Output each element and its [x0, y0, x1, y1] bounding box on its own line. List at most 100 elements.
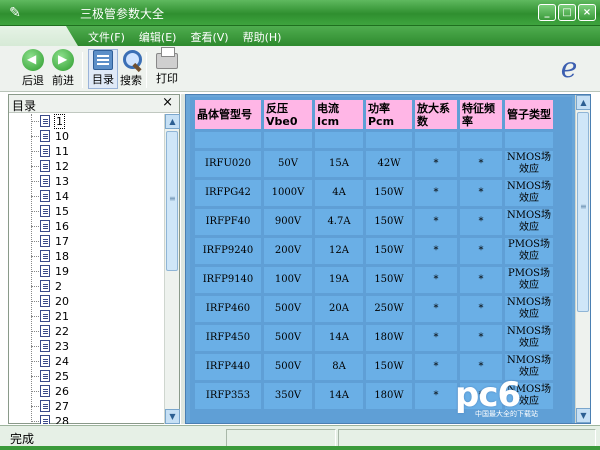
tree-item[interactable]: 16 — [9, 219, 165, 234]
tree-item[interactable]: 10 — [9, 129, 165, 144]
document-icon — [40, 205, 50, 217]
table-cell: * — [415, 383, 457, 409]
document-icon — [40, 325, 50, 337]
tree-item-label: 25 — [55, 370, 69, 383]
back-arrow-icon — [22, 49, 44, 71]
document-icon — [40, 415, 50, 424]
tree-item[interactable]: 20 — [9, 294, 165, 309]
close-button[interactable]: × — [578, 4, 596, 21]
tree-item[interactable]: 27 — [9, 399, 165, 414]
scroll-thumb[interactable] — [166, 131, 178, 271]
scroll-thumb[interactable] — [577, 112, 589, 312]
minimize-button[interactable]: _ — [538, 4, 556, 21]
table-cell: 250W — [366, 296, 412, 322]
scroll-down-icon[interactable]: ▼ — [576, 408, 590, 423]
tree-item-label: 23 — [55, 340, 69, 353]
menu-view[interactable]: 查看(V) — [190, 29, 228, 45]
toc-scrollbar[interactable]: ▲ ▼ — [164, 114, 180, 424]
content-area: 晶体管型号 反压Vbe0 电流Icm 功率Pcm 放大系数 特征频率 管子类型 … — [190, 97, 572, 423]
tree-item[interactable]: 26 — [9, 384, 165, 399]
menu-file[interactable]: 文件(F) — [88, 29, 125, 45]
tree-item-label: 22 — [55, 325, 69, 338]
back-button[interactable]: 后退 — [18, 49, 48, 89]
table-row: IRFU020 50V 15A 42W * * NMOS场效应 — [195, 151, 553, 177]
menu-help[interactable]: 帮助(H) — [243, 29, 282, 45]
toolbar: 后退 前进 目录 搜索 打印 e — [0, 46, 600, 92]
toc-button[interactable]: 目录 — [88, 49, 118, 89]
search-button[interactable]: 搜索 — [116, 49, 146, 89]
tree-item[interactable]: 17 — [9, 234, 165, 249]
table-cell: 180W — [366, 383, 412, 409]
tree-item[interactable]: 22 — [9, 324, 165, 339]
tree-item-label: 1 — [54, 114, 65, 129]
tree-item-label: 16 — [55, 220, 69, 233]
table-cell — [460, 132, 502, 148]
table-cell: * — [415, 325, 457, 351]
tree-item-label: 11 — [55, 145, 69, 158]
table-cell: 8A — [315, 354, 363, 380]
maximize-button[interactable]: □ — [558, 4, 576, 21]
tree-item[interactable]: 28 — [9, 414, 165, 424]
tree-item[interactable]: 13 — [9, 174, 165, 189]
tree-item[interactable]: 23 — [9, 339, 165, 354]
col-type: 管子类型 — [505, 100, 553, 129]
tree-connector — [31, 121, 39, 122]
logo-text: e — [560, 51, 578, 84]
table-cell: PMOS场效应 — [505, 267, 553, 293]
tree-item[interactable]: 11 — [9, 144, 165, 159]
tree-item[interactable]: 25 — [9, 369, 165, 384]
tree-connector — [31, 196, 39, 197]
search-label: 搜索 — [120, 74, 142, 87]
tree-item[interactable]: 15 — [9, 204, 165, 219]
document-icon — [40, 190, 50, 202]
print-label: 打印 — [156, 72, 178, 85]
table-cell — [195, 132, 261, 148]
tree-item-label: 2 — [55, 280, 62, 293]
table-cell: * — [415, 180, 457, 206]
close-pane-icon[interactable]: × — [162, 95, 173, 110]
table-cell: 200V — [264, 238, 312, 264]
scroll-up-icon[interactable]: ▲ — [165, 114, 180, 129]
table-cell: * — [415, 296, 457, 322]
status-text: 完成 — [10, 432, 35, 446]
content-pane: 晶体管型号 反压Vbe0 电流Icm 功率Pcm 放大系数 特征频率 管子类型 … — [185, 94, 591, 424]
table-cell: IRFU020 — [195, 151, 261, 177]
document-icon — [40, 220, 50, 232]
table-cell: * — [460, 238, 502, 264]
window-title: 三极管参数大全 — [80, 7, 165, 21]
document-icon — [40, 160, 50, 172]
tree-item[interactable]: 14 — [9, 189, 165, 204]
tree-item-label: 21 — [55, 310, 69, 323]
tree-connector — [31, 136, 39, 137]
content-scrollbar[interactable]: ▲ ▼ — [575, 95, 590, 423]
tree-item[interactable]: 24 — [9, 354, 165, 369]
table-row: IRFP450 500V 14A 180W * * NMOS场效应 — [195, 325, 553, 351]
tree-connector — [31, 286, 39, 287]
tree-item[interactable]: 2 — [9, 279, 165, 294]
print-button[interactable]: 打印 — [152, 47, 182, 89]
forward-button[interactable]: 前进 — [48, 49, 78, 89]
status-bar: 完成 — [0, 425, 600, 450]
tree-connector — [31, 376, 39, 377]
back-label: 后退 — [22, 74, 44, 87]
table-cell — [315, 132, 363, 148]
toolbar-separator — [146, 52, 147, 88]
tree-item[interactable]: 1 — [9, 114, 165, 129]
toc-pane-title: 目录 — [12, 99, 37, 113]
table-cell — [415, 132, 457, 148]
document-icon — [40, 175, 50, 187]
app-icon[interactable]: ✎ — [6, 4, 24, 22]
table-cell: * — [415, 267, 457, 293]
tree-item[interactable]: 18 — [9, 249, 165, 264]
tree-item[interactable]: 21 — [9, 309, 165, 324]
table-cell: NMOS场效应 — [505, 180, 553, 206]
document-icon — [40, 355, 50, 367]
tree-item[interactable]: 19 — [9, 264, 165, 279]
table-cell: 4.7A — [315, 209, 363, 235]
scroll-up-icon[interactable]: ▲ — [576, 95, 590, 110]
tree-item[interactable]: 12 — [9, 159, 165, 174]
document-icon — [40, 130, 50, 142]
scroll-down-icon[interactable]: ▼ — [165, 409, 180, 424]
menu-edit[interactable]: 编辑(E) — [139, 29, 177, 45]
tree-item-label: 17 — [55, 235, 69, 248]
